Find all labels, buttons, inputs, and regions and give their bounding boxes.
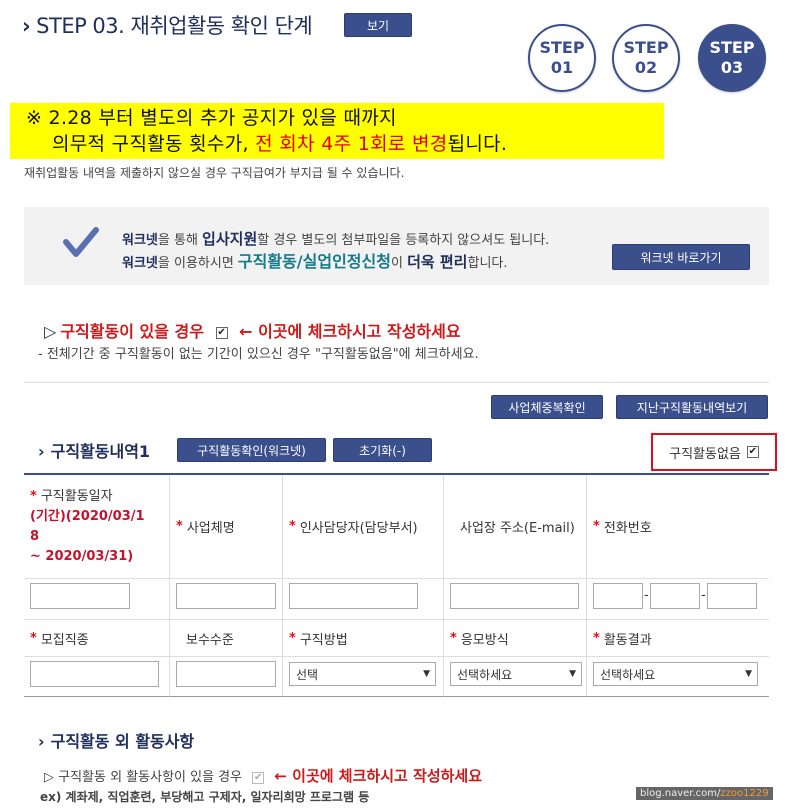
phone-hyphen: - xyxy=(701,588,706,603)
dropdown-arrow-icon: ▼ xyxy=(745,669,752,679)
step-01-indicator[interactable]: STEP 01 xyxy=(528,24,596,92)
other-activity-checkbox[interactable]: ✔ xyxy=(252,771,265,784)
date-input[interactable] xyxy=(30,583,130,609)
reset-button[interactable]: 초기화(-) xyxy=(333,438,432,462)
activity-checkbox-row: ▷ 구직활동이 있을 경우 ✔ ← 이곳에 체크하시고 작성하세요 xyxy=(44,322,461,341)
header-manager: * 인사담당자(담당부서) xyxy=(283,475,444,579)
header-date: * 구직활동일자 (기간)(2020/03/1 8 ~ 2020/03/31) xyxy=(24,475,170,579)
pay-input[interactable] xyxy=(176,661,276,687)
activity-confirm-button[interactable]: 구직활동확인(워크넷) xyxy=(177,438,326,462)
other-activity-checkbox-row: ▷ 구직활동 외 활동사항이 있을 경우 ✔ ← 이곳에 체크하시고 작성하세요 xyxy=(44,767,483,785)
result-select[interactable]: 선택하세요 ▼ xyxy=(593,662,758,686)
watermark: blog.naver.com/zzoo1229 xyxy=(636,787,773,800)
view-button[interactable]: 보기 xyxy=(344,13,412,37)
notice-banner: ※ 2.28 부터 별도의 추가 공지가 있을 때까지 의무적 구직활동 횟수가… xyxy=(10,103,664,159)
checkmark-icon xyxy=(63,227,99,257)
page-title: › STEP 03. 재취업활동 확인 단계 xyxy=(22,14,313,38)
phone-input-1[interactable] xyxy=(593,583,643,609)
company-input[interactable] xyxy=(176,583,276,609)
step-03-indicator[interactable]: STEP 03 xyxy=(698,24,766,92)
header-apply: * 응모방식 xyxy=(444,620,587,657)
activity-checkbox[interactable]: ✔ xyxy=(215,326,228,339)
header-result: * 활동결과 xyxy=(587,620,769,657)
header-address: 사업장 주소(E-mail) xyxy=(444,475,587,579)
step-02-indicator[interactable]: STEP 02 xyxy=(612,24,680,92)
header-phone: * 전화번호 xyxy=(587,475,769,579)
no-activity-checkbox[interactable]: ✔ xyxy=(746,446,759,458)
header-company: * 사업체명 xyxy=(170,475,283,579)
other-activity-title: › 구직활동 외 활동사항 xyxy=(38,732,195,751)
header-pay: 보수수준 xyxy=(170,620,283,657)
phone-input-3[interactable] xyxy=(707,583,757,609)
header-job: * 모집직종 xyxy=(24,620,170,657)
address-input[interactable] xyxy=(450,583,579,609)
worknet-text-1: 워크넷을 통해 입사지원할 경우 별도의 첨부파일을 등록하지 않으셔도 됩니다… xyxy=(122,230,550,248)
chevron-right-icon: › xyxy=(38,442,45,461)
other-activity-example: ex) 계좌제, 직업훈련, 부당해고 구제자, 일자리희망 프로그램 등 xyxy=(40,790,370,804)
history-title: › 구직활동내역1 xyxy=(38,442,151,461)
divider xyxy=(24,382,769,383)
header-method: * 구직방법 xyxy=(283,620,444,657)
job-input[interactable] xyxy=(30,661,159,687)
warning-note: 재취업활동 내역을 제출하지 않으실 경우 구직급여가 부지급 될 수 있습니다… xyxy=(24,166,405,180)
dropdown-arrow-icon: ▼ xyxy=(423,669,430,679)
worknet-text-2: 워크넷을 이용하시면 구직활동/실업인정신청이 더욱 편리합니다. xyxy=(122,252,508,271)
chevron-right-icon: › xyxy=(38,732,45,751)
past-history-button[interactable]: 지난구직활동내역보기 xyxy=(616,395,768,419)
activity-hint: - 전체기간 중 구직활동이 없는 기간이 있으신 경우 "구직활동없음"에 체… xyxy=(38,347,479,362)
dropdown-arrow-icon: ▼ xyxy=(569,669,576,679)
phone-hyphen: - xyxy=(644,588,649,603)
worknet-shortcut-button[interactable]: 워크넷 바로가기 xyxy=(612,244,750,270)
method-select[interactable]: 선택 ▼ xyxy=(289,662,436,686)
duplicate-check-button[interactable]: 사업체중복확인 xyxy=(491,395,603,419)
manager-input[interactable] xyxy=(289,583,418,609)
no-activity-toggle[interactable]: 구직활동없음 ✔ xyxy=(651,433,777,471)
chevron-right-icon: › xyxy=(22,14,31,38)
apply-select[interactable]: 선택하세요 ▼ xyxy=(450,662,582,686)
phone-input-2[interactable] xyxy=(650,583,700,609)
